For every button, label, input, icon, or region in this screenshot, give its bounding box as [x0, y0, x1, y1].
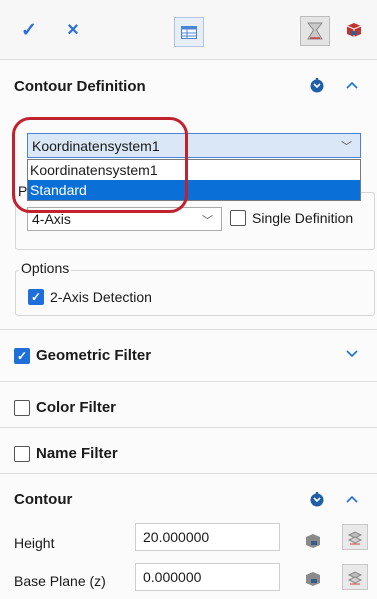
height-label: Height [14, 535, 55, 551]
contour-definition-header[interactable]: Contour Definition [0, 59, 377, 113]
check-icon[interactable]: ✓ [17, 18, 41, 42]
base-plane-label: Base Plane (z) [14, 573, 106, 589]
single-definition-label: Single Definition [252, 210, 354, 226]
pick-height-button[interactable] [342, 524, 368, 550]
download-icon[interactable] [309, 491, 325, 507]
filter-icon[interactable] [300, 16, 330, 46]
plane-pick-icon [347, 531, 363, 545]
single-definition-checkbox[interactable]: Single Definition [230, 210, 353, 226]
annotation-highlight-ring [12, 117, 188, 213]
chevron-down-icon: ﹀ [341, 141, 352, 153]
cube-icon[interactable] [304, 570, 322, 588]
cube-icon[interactable] [342, 18, 366, 42]
axis-mode-value: 4-Axis [32, 211, 71, 227]
checkbox-checked[interactable]: ✓ [28, 289, 44, 305]
section-title: Contour [14, 491, 73, 508]
name-filter-header[interactable]: Name Filter [0, 427, 377, 479]
base-plane-input[interactable]: 0.000000 [135, 563, 280, 591]
section-title: Name Filter [36, 445, 118, 462]
cube-icon[interactable] [304, 532, 322, 550]
color-filter-header[interactable]: Color Filter [0, 381, 377, 433]
section-title: Contour Definition [14, 78, 146, 95]
chevron-down-icon: ﹀ [202, 215, 213, 227]
close-icon[interactable]: × [61, 18, 85, 42]
checkbox-unchecked[interactable] [230, 210, 246, 226]
checkbox-checked[interactable]: ✓ [14, 347, 30, 364]
contour-header[interactable]: Contour [0, 473, 377, 525]
download-icon[interactable] [309, 77, 325, 93]
table-icon[interactable] [174, 17, 204, 47]
options-group-label: Options [19, 260, 72, 276]
height-input[interactable]: 20.000000 [135, 523, 280, 551]
checkbox-unchecked[interactable] [14, 445, 30, 462]
axis-detection-label: 2-Axis Detection [50, 289, 152, 305]
pick-base-plane-button[interactable] [342, 564, 368, 590]
plane-pick-icon [347, 571, 363, 585]
section-title: Geometric Filter [36, 347, 152, 364]
axis-detection-checkbox[interactable]: ✓ 2-Axis Detection [28, 289, 152, 305]
toolbar: ✓ × [0, 0, 377, 60]
chevron-up-icon[interactable] [341, 74, 363, 96]
geometric-filter-header[interactable]: ✓ Geometric Filter [0, 329, 377, 381]
checkbox-unchecked[interactable] [14, 399, 30, 416]
chevron-down-icon[interactable] [341, 342, 363, 364]
chevron-up-icon[interactable] [341, 488, 363, 510]
section-title: Color Filter [36, 399, 117, 416]
